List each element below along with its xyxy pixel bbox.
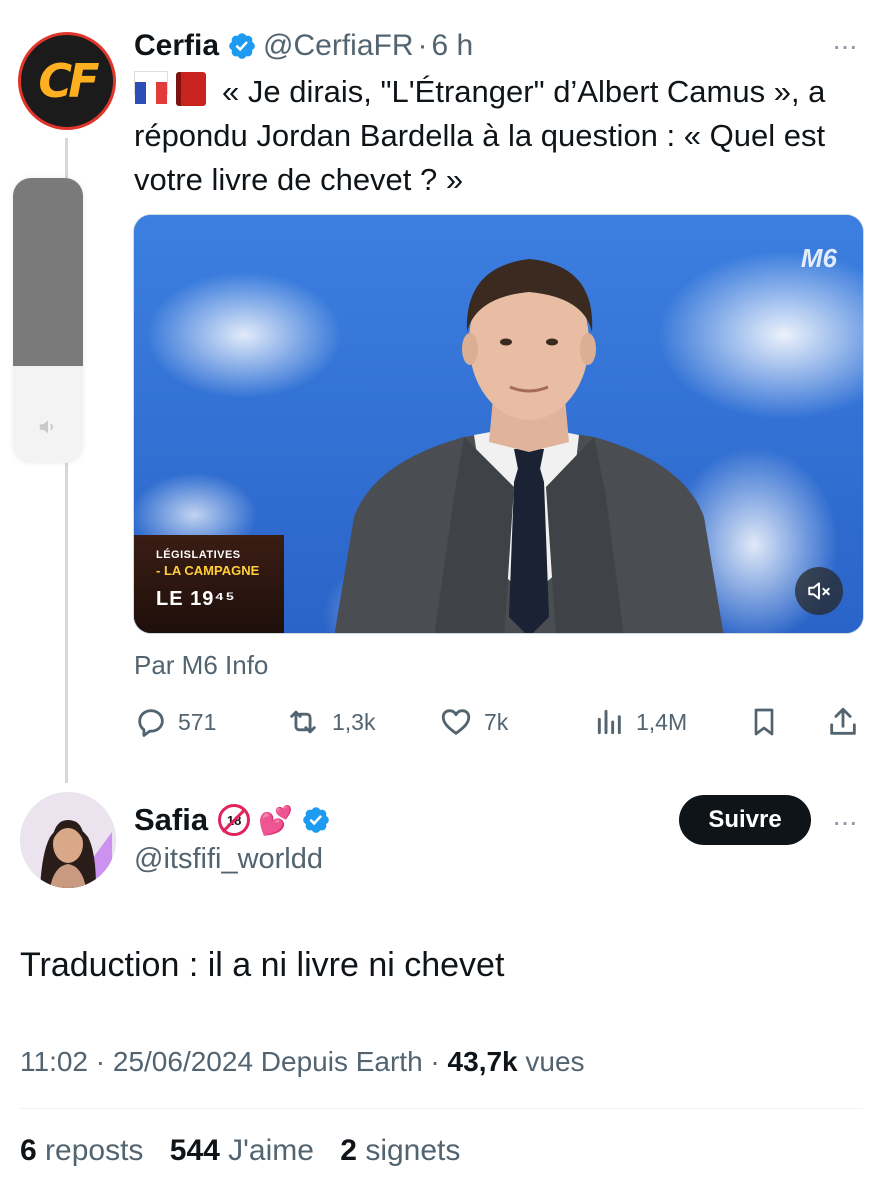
- views-count: 1,4M: [636, 708, 688, 735]
- separator-dot: ·: [417, 29, 428, 62]
- like-button[interactable]: 7k: [438, 700, 508, 744]
- bookmarks-stat-label: signets: [365, 1134, 461, 1167]
- divider: [20, 1108, 863, 1109]
- tweet2-display-name[interactable]: Safia: [134, 802, 208, 838]
- tweet2-meta: 11:02 · 25/06/2024 Depuis Earth · 43,7k …: [20, 1046, 585, 1078]
- tweet1-body: « Je dirais, "L'Étranger" d’Albert Camus…: [134, 70, 854, 202]
- repost-count: 1,3k: [332, 708, 376, 735]
- france-flag-icon: [134, 71, 168, 104]
- verified-badge-icon: [303, 807, 329, 833]
- tweet2-name-row: Safia 18 💕: [134, 800, 331, 840]
- system-volume-slider[interactable]: [13, 178, 83, 463]
- banner-line3: LE 19⁴⁵: [156, 588, 236, 610]
- bookmarks-stat[interactable]: 2 signets: [340, 1134, 460, 1167]
- presenter-figure: [334, 259, 724, 633]
- tweet1-timestamp[interactable]: 6 h: [432, 29, 474, 63]
- no-under-18-icon: 18: [218, 804, 251, 836]
- tweet1-handle[interactable]: @CerfiaFR: [263, 29, 413, 63]
- cerfia-logo: CF: [38, 54, 99, 108]
- avatar-cerfia[interactable]: CF: [18, 32, 116, 130]
- tweet2-time-and-source[interactable]: 11:02 · 25/06/2024 Depuis Earth ·: [20, 1046, 448, 1077]
- tweet1-more-button[interactable]: ···: [832, 30, 858, 62]
- media-source-label[interactable]: Par M6 Info: [134, 650, 268, 681]
- likes-stat[interactable]: 544 J'aime: [170, 1134, 314, 1167]
- views-chart-icon: [597, 709, 621, 735]
- profile-photo: [20, 792, 116, 888]
- video-mute-button[interactable]: [795, 567, 843, 615]
- repost-icon: [290, 710, 316, 734]
- tweet1-display-name[interactable]: Cerfia: [134, 29, 219, 63]
- tweet1-action-bar: 571 1,3k 7k 1,4M: [134, 700, 862, 744]
- two-hearts-icon: 💕: [258, 804, 293, 836]
- bookmark-icon: [754, 708, 774, 736]
- tweet2-handle[interactable]: @itsfifi_worldd: [134, 843, 323, 876]
- reposts-stat-count: 6: [20, 1134, 37, 1167]
- speaker-muted-icon: [808, 582, 830, 600]
- volume-speaker-icon: [39, 420, 54, 434]
- follow-button[interactable]: Suivre: [679, 795, 811, 845]
- reposts-stat-label: reposts: [45, 1134, 144, 1167]
- repost-button[interactable]: 1,3k: [284, 700, 375, 744]
- tweet2-stats: 6 reposts 544 J'aime 2 signets: [20, 1134, 478, 1168]
- heart-icon: [441, 709, 471, 735]
- tweet1-video[interactable]: M6 LÉGISLATIVES - LA CAMPAGNE LE 19⁴⁵: [133, 214, 864, 634]
- likes-stat-count: 544: [169, 1134, 220, 1167]
- reply-icon: [138, 709, 164, 737]
- avatar-safia[interactable]: [20, 792, 116, 888]
- share-icon: [830, 707, 856, 735]
- verified-badge-icon: [229, 33, 255, 59]
- views-button[interactable]: 1,4M: [594, 700, 687, 744]
- m6-channel-logo: M6: [800, 243, 837, 273]
- red-book-icon: [176, 72, 206, 106]
- volume-slider-track-top: [13, 178, 83, 366]
- bookmarks-stat-count: 2: [340, 1134, 357, 1167]
- tweet2-more-button[interactable]: ···: [832, 806, 858, 838]
- banner-line2: - LA CAMPAGNE: [156, 563, 260, 578]
- tweet2-views-count: 43,7k: [447, 1046, 518, 1077]
- like-count: 7k: [484, 708, 509, 735]
- reply-button[interactable]: 571: [134, 700, 216, 744]
- banner-line1: LÉGISLATIVES: [156, 549, 241, 561]
- program-banner: LÉGISLATIVES - LA CAMPAGNE LE 19⁴⁵: [134, 535, 284, 633]
- tweet2-text: Traduction : il a ni livre ni chevet: [20, 946, 505, 984]
- likes-stat-label: J'aime: [228, 1134, 314, 1167]
- share-button[interactable]: [826, 700, 870, 744]
- tweet1-text: « Je dirais, "L'Étranger" d’Albert Camus…: [134, 74, 826, 197]
- tweet2-views-label: vues: [517, 1046, 585, 1077]
- tweet1-header: Cerfia @CerfiaFR · 6 h: [134, 26, 473, 66]
- reply-count: 571: [178, 708, 217, 735]
- reposts-stat[interactable]: 6 reposts: [20, 1134, 143, 1167]
- bookmark-button[interactable]: [748, 700, 790, 744]
